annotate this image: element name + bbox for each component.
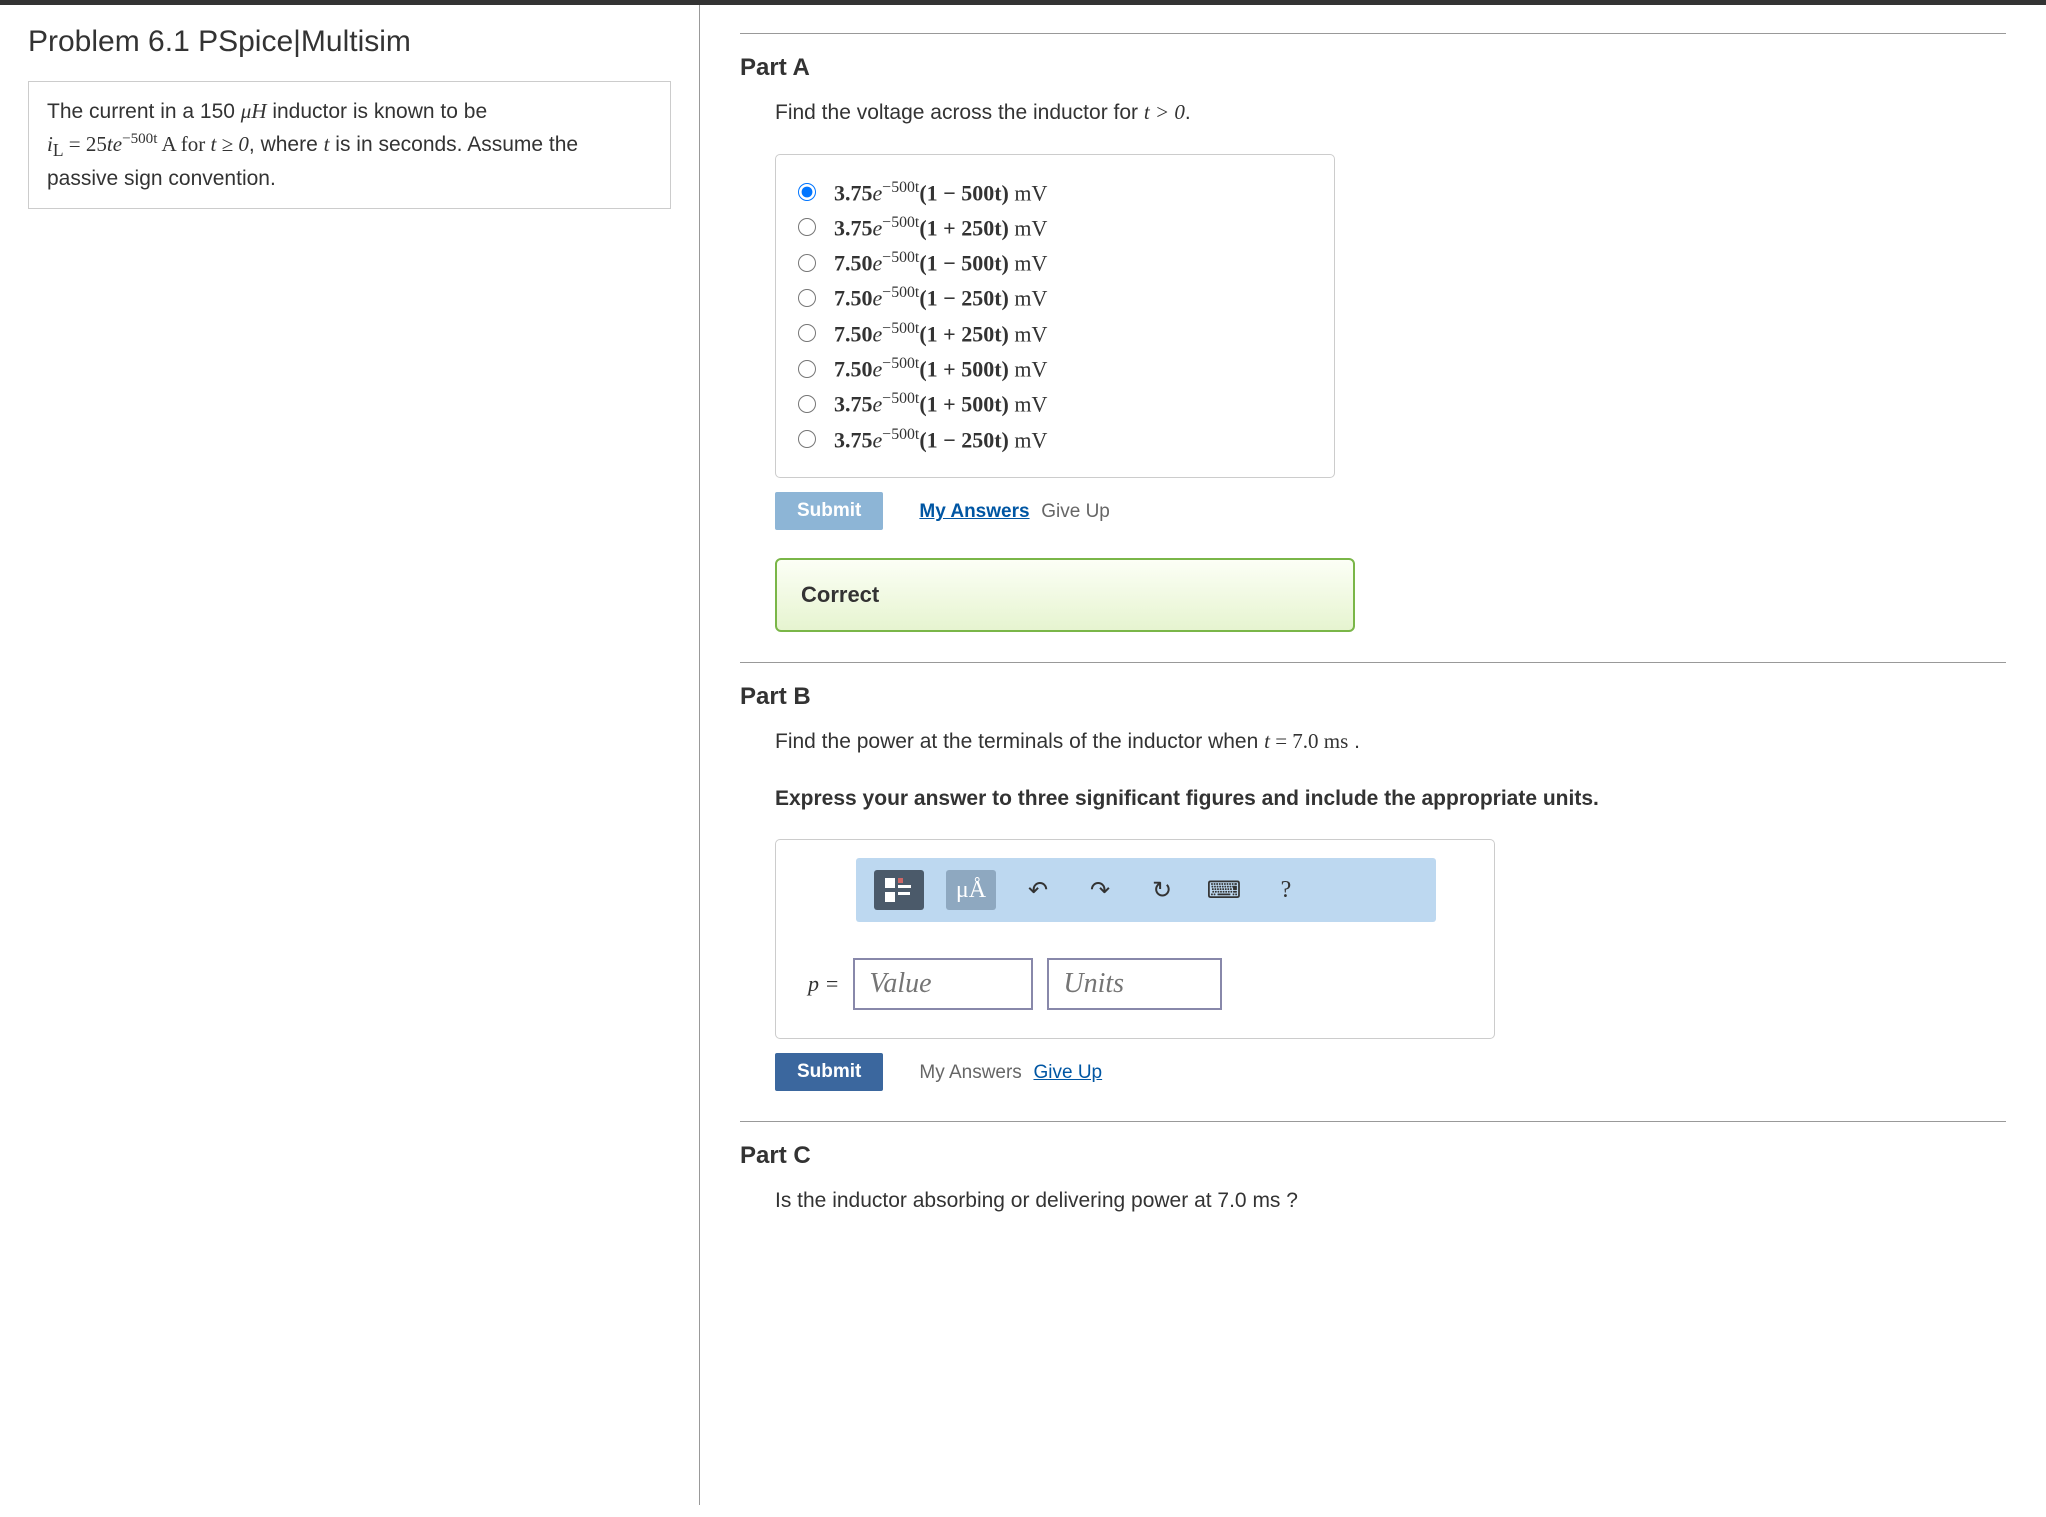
- part-a-options: 3.75e−500t(1 − 500t) mV 3.75e−500t(1 + 25…: [775, 154, 1335, 479]
- option-label: 7.50e−500t(1 + 250t) mV: [834, 320, 1047, 347]
- option-radio[interactable]: [798, 218, 816, 236]
- option-row[interactable]: 3.75e−500t(1 − 250t) mV: [798, 426, 1312, 453]
- pa-math: t > 0: [1144, 100, 1185, 124]
- reset-icon[interactable]: ↻: [1142, 870, 1182, 910]
- desc-text3: , where: [249, 133, 324, 156]
- option-label: 7.50e−500t(1 − 500t) mV: [834, 249, 1047, 276]
- units-icon[interactable]: μÅ: [946, 870, 996, 910]
- eq-unitA: A for: [157, 132, 210, 156]
- part-c-prompt: Is the inductor absorbing or delivering …: [775, 1185, 2006, 1217]
- right-panel: Part A Find the voltage across the induc…: [700, 5, 2046, 1505]
- part-a-give-up: Give Up: [1041, 501, 1110, 522]
- part-a-submit-button[interactable]: Submit: [775, 492, 883, 530]
- option-radio[interactable]: [798, 395, 816, 413]
- help-icon[interactable]: ?: [1266, 870, 1306, 910]
- problem-description: The current in a 150 μH inductor is know…: [28, 81, 671, 209]
- option-row[interactable]: 3.75e−500t(1 − 500t) mV: [798, 179, 1312, 206]
- eq-te: te: [107, 132, 122, 156]
- part-a-prompt: Find the voltage across the inductor for…: [775, 97, 2006, 129]
- option-row[interactable]: 3.75e−500t(1 + 500t) mV: [798, 390, 1312, 417]
- part-a-my-answers-link[interactable]: My Answers: [919, 501, 1029, 522]
- part-b-submit-button[interactable]: Submit: [775, 1053, 883, 1091]
- desc-text2: inductor is known to be: [267, 100, 488, 123]
- part-a-feedback-correct: Correct: [775, 558, 1355, 632]
- divider: [740, 33, 2006, 34]
- option-label: 3.75e−500t(1 + 500t) mV: [834, 390, 1047, 417]
- eq-coef: 25: [86, 132, 107, 156]
- desc-unit: μH: [241, 99, 267, 123]
- option-label: 3.75e−500t(1 − 500t) mV: [834, 179, 1047, 206]
- equation-toolbar: μÅ ↶ ↷ ↻ ⌨ ?: [856, 858, 1436, 922]
- option-radio[interactable]: [798, 183, 816, 201]
- eq-eq: =: [64, 132, 86, 156]
- option-row[interactable]: 7.50e−500t(1 − 500t) mV: [798, 249, 1312, 276]
- option-label: 7.50e−500t(1 + 500t) mV: [834, 355, 1047, 382]
- option-radio[interactable]: [798, 360, 816, 378]
- option-row[interactable]: 7.50e−500t(1 − 250t) mV: [798, 284, 1312, 311]
- pa-pre: Find the voltage across the inductor for: [775, 101, 1144, 124]
- part-a-title: Part A: [740, 54, 2006, 82]
- problem-title: Problem 6.1 PSpice|Multisim: [28, 25, 671, 59]
- pb-eq: = 7.0 ms: [1270, 729, 1348, 753]
- divider: [740, 662, 2006, 663]
- units-input[interactable]: [1047, 958, 1222, 1010]
- eq-exp: −500t: [122, 131, 157, 147]
- part-b-prompt: Find the power at the terminals of the i…: [775, 726, 2006, 758]
- option-label: 3.75e−500t(1 − 250t) mV: [834, 426, 1047, 453]
- part-b-give-up-link[interactable]: Give Up: [1033, 1062, 1102, 1083]
- part-b-instructions: Express your answer to three significant…: [775, 783, 2006, 815]
- part-b-answer-box: μÅ ↶ ↷ ↻ ⌨ ? p =: [775, 839, 1495, 1039]
- option-row[interactable]: 3.75e−500t(1 + 250t) mV: [798, 214, 1312, 241]
- undo-icon[interactable]: ↶: [1018, 870, 1058, 910]
- part-c-title: Part C: [740, 1142, 2006, 1170]
- part-b-my-answers: My Answers: [919, 1062, 1021, 1083]
- pb-pre: Find the power at the terminals of the i…: [775, 730, 1264, 753]
- desc-text: The current in a 150: [47, 100, 241, 123]
- option-row[interactable]: 7.50e−500t(1 + 500t) mV: [798, 355, 1312, 382]
- pb-post: .: [1348, 730, 1360, 753]
- equation-label: p =: [808, 971, 839, 997]
- pa-post: .: [1185, 101, 1191, 124]
- option-row[interactable]: 7.50e−500t(1 + 250t) mV: [798, 320, 1312, 347]
- keyboard-icon[interactable]: ⌨: [1204, 870, 1244, 910]
- templates-icon[interactable]: [874, 870, 924, 910]
- part-b-title: Part B: [740, 683, 2006, 711]
- option-label: 3.75e−500t(1 + 250t) mV: [834, 214, 1047, 241]
- redo-icon[interactable]: ↷: [1080, 870, 1120, 910]
- eq-cond: t ≥ 0: [211, 132, 249, 156]
- left-panel: Problem 6.1 PSpice|Multisim The current …: [0, 5, 700, 1505]
- eq-sub: L: [53, 140, 64, 160]
- option-radio[interactable]: [798, 324, 816, 342]
- option-radio[interactable]: [798, 430, 816, 448]
- option-label: 7.50e−500t(1 − 250t) mV: [834, 284, 1047, 311]
- value-input[interactable]: [853, 958, 1033, 1010]
- option-radio[interactable]: [798, 254, 816, 272]
- divider: [740, 1121, 2006, 1122]
- option-radio[interactable]: [798, 289, 816, 307]
